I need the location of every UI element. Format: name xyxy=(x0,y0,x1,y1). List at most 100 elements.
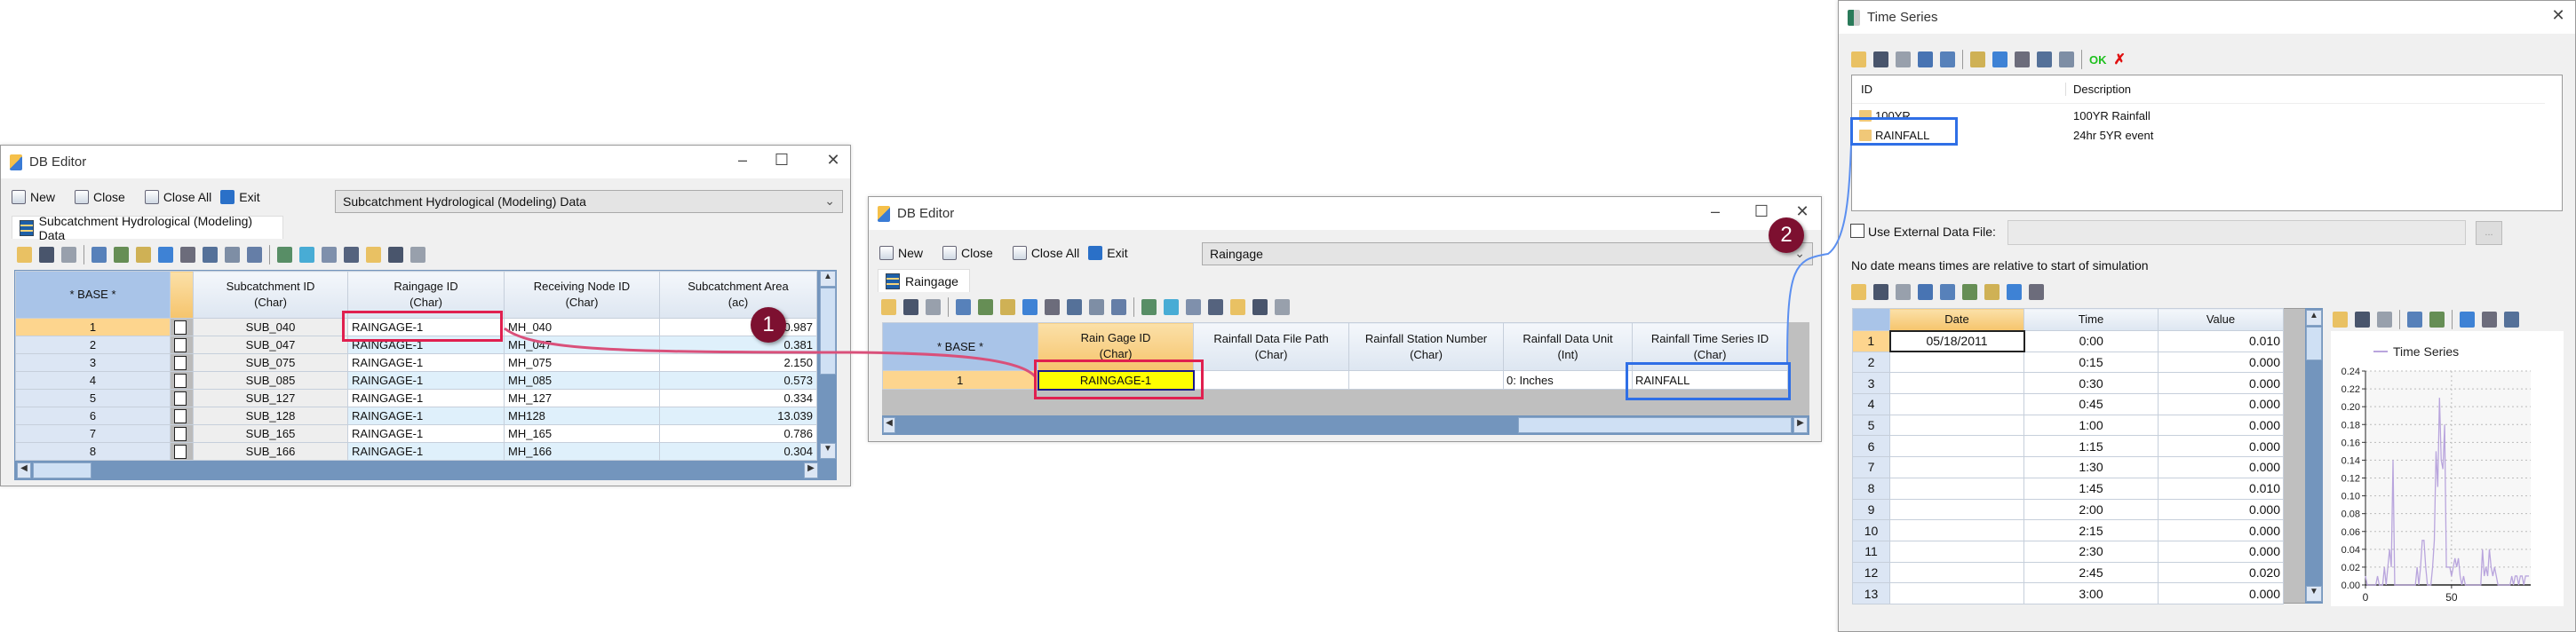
date-cell[interactable] xyxy=(1889,561,2024,584)
link-tables-icon[interactable] xyxy=(299,247,314,263)
pan-icon[interactable] xyxy=(2333,312,2348,328)
sort-descending-icon[interactable] xyxy=(225,247,240,263)
save-file-icon[interactable] xyxy=(2029,284,2044,300)
row-checkbox[interactable] xyxy=(170,318,194,336)
export-icon[interactable] xyxy=(410,247,425,263)
open-folder-icon[interactable] xyxy=(17,247,32,263)
table-row[interactable]: 6 SUB_128 RAINGAGE-1 MH128 13.039 xyxy=(15,407,817,425)
table-row[interactable]: 2 0:15 0.000 xyxy=(1852,351,2284,374)
zoom-in-icon[interactable] xyxy=(2355,312,2370,328)
row-number[interactable]: 8 xyxy=(1852,477,1890,500)
subcatchment-id-cell[interactable]: SUB_040 xyxy=(193,318,348,336)
table-row[interactable]: 8 1:45 0.010 xyxy=(1852,477,2284,500)
rain-gage-id-cell[interactable]: RAINGAGE-1 xyxy=(1037,369,1195,391)
table-row[interactable]: 7 SUB_165 RAINGAGE-1 MH_165 0.786 xyxy=(15,424,817,443)
subcatchment-id-cell[interactable]: SUB_128 xyxy=(193,407,348,425)
column-width-icon[interactable] xyxy=(114,247,129,263)
raingage-id-cell[interactable]: RAINGAGE-1 xyxy=(347,353,505,372)
value-cell[interactable]: 0.000 xyxy=(2158,414,2284,437)
time-cell[interactable]: 1:15 xyxy=(2023,435,2159,458)
new-series-icon[interactable] xyxy=(1851,51,1866,67)
value-cell[interactable]: 0.000 xyxy=(2158,519,2284,541)
time-cell[interactable]: 2:30 xyxy=(2023,540,2159,563)
checkbox[interactable] xyxy=(174,426,187,441)
date-cell[interactable] xyxy=(1889,435,2024,458)
column-header-subcatchment-id[interactable]: Subcatchment ID (Char) xyxy=(193,271,348,319)
close-button[interactable]: Close xyxy=(942,246,993,260)
table-row[interactable]: 12 2:45 0.020 xyxy=(1852,561,2284,584)
checkbox[interactable] xyxy=(174,444,187,459)
horizontal-scrollbar-thumb[interactable] xyxy=(33,462,91,478)
edit-field-icon[interactable] xyxy=(344,247,359,263)
row-info-icon[interactable] xyxy=(1918,284,1933,300)
edit-icon[interactable] xyxy=(1970,51,1985,67)
row-number[interactable]: 1 xyxy=(1852,330,1890,352)
time-cell[interactable]: 3:00 xyxy=(2023,582,2159,604)
horizontal-scrollbar[interactable]: ◀ ▶ xyxy=(15,461,820,480)
redo-zoom-icon[interactable] xyxy=(2482,312,2497,328)
row-number[interactable]: 13 xyxy=(1852,582,1890,604)
add-id-icon[interactable] xyxy=(1940,51,1955,67)
table-view-icon[interactable] xyxy=(1141,299,1157,315)
date-cell[interactable] xyxy=(1889,477,2024,500)
table-row[interactable]: 1 SUB_040 RAINGAGE-1 MH_040 0.987 xyxy=(15,318,817,336)
font-icon[interactable] xyxy=(180,247,195,263)
find-icon[interactable] xyxy=(1111,299,1126,315)
receiving-node-cell[interactable]: MH_127 xyxy=(504,389,660,407)
number-format-icon[interactable] xyxy=(2007,284,2022,300)
close-window-button[interactable]: ✕ xyxy=(2545,6,2572,25)
table-row[interactable]: 3 SUB_075 RAINGAGE-1 MH_075 2.150 xyxy=(15,353,817,372)
checkbox[interactable] xyxy=(174,320,187,335)
table-row[interactable]: 6 1:15 0.000 xyxy=(1852,435,2284,458)
table-select-dropdown[interactable]: Raingage ⌄ xyxy=(1202,242,1813,265)
save-disabled-icon[interactable] xyxy=(926,299,941,315)
edit-table-icon[interactable] xyxy=(136,247,151,263)
close-button[interactable]: Close xyxy=(75,190,125,204)
value-cell[interactable]: 0.000 xyxy=(2158,435,2284,458)
row-number[interactable]: 6 xyxy=(1852,435,1890,458)
id-column-header[interactable]: ID xyxy=(1852,83,2066,96)
save-as-icon[interactable] xyxy=(2059,51,2074,67)
row-number[interactable]: 12 xyxy=(1852,561,1890,584)
time-cell[interactable]: 2:00 xyxy=(2023,498,2159,521)
import-icon[interactable] xyxy=(1230,299,1245,315)
scroll-left-button[interactable]: ◀ xyxy=(17,462,31,478)
save-icon[interactable] xyxy=(2037,51,2052,67)
exit-button[interactable]: Exit xyxy=(1088,246,1128,260)
receiving-node-cell[interactable]: MH128 xyxy=(504,407,660,425)
scroll-up-button[interactable]: ▲ xyxy=(2306,310,2322,326)
subcatchment-area-cell[interactable]: 0.381 xyxy=(659,336,817,354)
table-row[interactable]: 1 RAINGAGE-1 0: Inches RAINFALL xyxy=(882,369,1788,391)
raingage-id-cell[interactable]: RAINGAGE-1 xyxy=(347,407,505,425)
row-checkbox[interactable] xyxy=(170,407,194,425)
vertical-scrollbar-thumb[interactable] xyxy=(820,288,836,375)
subcatchment-area-cell[interactable]: 0.786 xyxy=(659,424,817,443)
checkbox[interactable] xyxy=(174,391,187,406)
receiving-node-cell[interactable]: MH_047 xyxy=(504,336,660,354)
row-number[interactable]: 8 xyxy=(15,442,171,461)
vertical-scrollbar-thumb[interactable] xyxy=(2306,327,2322,360)
minimize-button[interactable]: – xyxy=(1702,202,1729,221)
use-external-file-checkbox[interactable] xyxy=(1850,224,1864,238)
date-cell[interactable] xyxy=(1889,414,2024,437)
subcatchment-id-cell[interactable]: SUB_075 xyxy=(193,353,348,372)
import-icon[interactable] xyxy=(388,247,403,263)
value-cell[interactable]: 0.000 xyxy=(2158,393,2284,415)
base-column-header[interactable]: * BASE * xyxy=(882,322,1038,371)
time-cell[interactable]: 2:45 xyxy=(2023,561,2159,584)
maximize-button[interactable]: ☐ xyxy=(1748,202,1775,221)
checkbox[interactable] xyxy=(174,355,187,370)
receiving-node-cell[interactable]: MH_085 xyxy=(504,371,660,390)
raingage-id-cell[interactable]: RAINGAGE-1 xyxy=(347,424,505,443)
row-number[interactable]: 5 xyxy=(1852,414,1890,437)
subcatchment-area-cell[interactable]: 0.334 xyxy=(659,389,817,407)
column-header-date[interactable]: Date xyxy=(1889,308,2024,331)
close-all-button[interactable]: Close All xyxy=(144,190,211,204)
row-checkbox[interactable] xyxy=(170,336,194,354)
scroll-right-button[interactable]: ▶ xyxy=(804,462,818,478)
print-icon[interactable] xyxy=(956,299,971,315)
base-column-header[interactable]: * BASE * xyxy=(15,271,171,319)
subcatchment-area-cell[interactable]: 0.573 xyxy=(659,371,817,390)
date-cell[interactable] xyxy=(1889,540,2024,563)
date-cell[interactable] xyxy=(1889,498,2024,521)
